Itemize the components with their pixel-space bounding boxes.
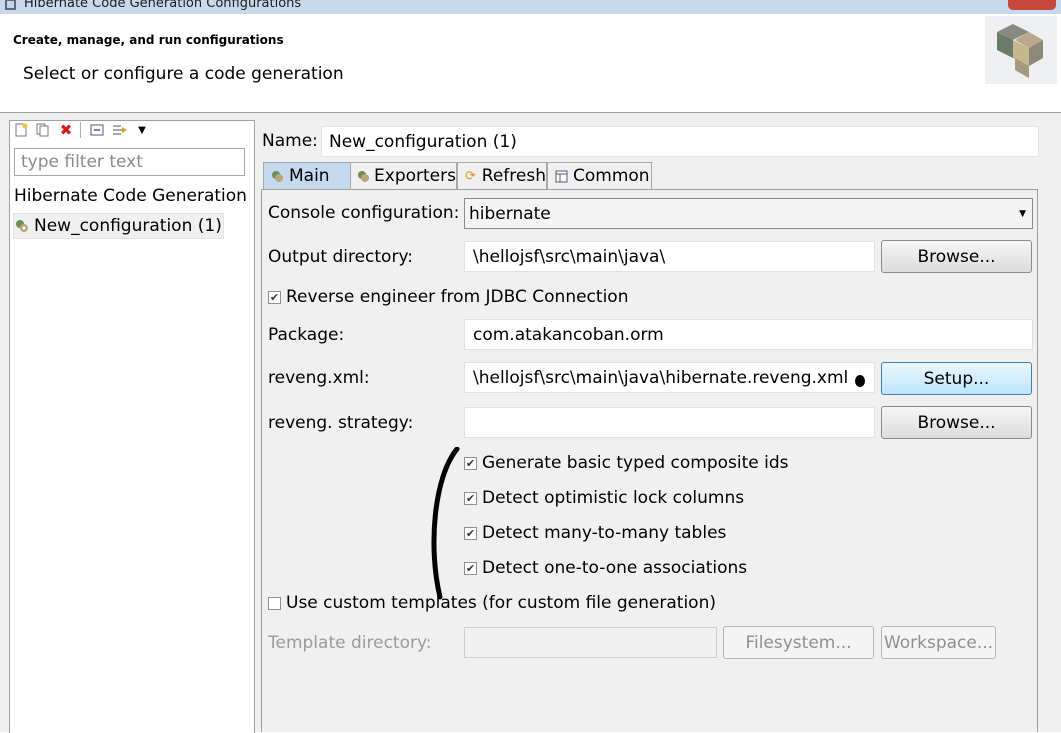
handdrawn-bracket-annotation <box>431 447 460 600</box>
toolbar-separator <box>80 122 81 138</box>
common-table-icon <box>553 168 569 184</box>
option-one-to-one-row[interactable]: ✔ Detect one-to-one associations <box>464 558 747 578</box>
console-config-value: hibernate <box>469 203 551 224</box>
output-dir-input[interactable] <box>464 241 875 272</box>
option-many-to-many-row[interactable]: ✔ Detect many-to-many tables <box>464 523 726 543</box>
package-label: Package: <box>268 325 345 345</box>
refresh-icon: ⟳ <box>464 168 476 184</box>
template-dir-input[interactable] <box>464 627 717 658</box>
option-label: Detect many-to-many tables <box>482 523 727 543</box>
option-one-to-one-checkbox[interactable]: ✔ <box>464 561 477 575</box>
app-icon <box>5 0 16 10</box>
tree-item-new-configuration[interactable]: New_configuration (1) <box>13 213 224 239</box>
template-dir-label: Template directory: <box>268 633 432 653</box>
collapse-all-icon[interactable] <box>89 122 105 138</box>
console-config-label: Console configuration: <box>268 203 460 223</box>
option-many-to-many-checkbox[interactable]: ✔ <box>464 526 477 540</box>
reverse-engineer-checkbox-row[interactable]: ✔ Reverse engineer from JDBC Connection <box>268 287 628 307</box>
reveng-xml-label: reveng.xml: <box>268 368 370 388</box>
output-dir-label: Output directory: <box>268 247 413 267</box>
option-composite-ids-row[interactable]: ✔ Generate basic typed composite ids <box>464 453 789 473</box>
window-title: Hibernate Code Generation Configurations <box>24 0 302 11</box>
launch-config-tree-panel <box>9 120 255 733</box>
workspace-button[interactable]: Workspace... <box>881 626 996 659</box>
reveng-strategy-input[interactable] <box>464 407 875 438</box>
custom-templates-row[interactable]: Use custom templates (for custom file ge… <box>268 593 716 613</box>
launch-icon <box>269 168 285 184</box>
name-label: Name: <box>262 131 318 151</box>
hibernate-logo-icon <box>985 16 1057 84</box>
option-label: Generate basic typed composite ids <box>482 453 789 473</box>
setup-button[interactable]: Setup... <box>881 362 1032 395</box>
name-input[interactable] <box>321 126 1039 157</box>
annotation-dot <box>855 375 865 387</box>
tab-main[interactable]: Main <box>263 162 355 189</box>
option-optimistic-lock-row[interactable]: ✔ Detect optimistic lock columns <box>464 488 744 508</box>
reveng-strategy-label: reveng. strategy: <box>268 413 414 433</box>
reveng-xml-input[interactable] <box>464 362 875 393</box>
option-label: Detect optimistic lock columns <box>482 488 745 508</box>
new-config-icon[interactable] <box>13 122 29 138</box>
tab-common-label: Common <box>573 166 650 186</box>
tree-item-label: New_configuration (1) <box>34 216 222 236</box>
output-browse-button[interactable]: Browse... <box>881 240 1032 273</box>
tab-common[interactable]: Common <box>547 162 652 189</box>
close-window-button[interactable] <box>1008 0 1056 10</box>
option-label: Detect one-to-one associations <box>482 558 748 578</box>
delete-config-icon[interactable]: ✖ <box>58 121 74 139</box>
chevron-down-icon: ▼ <box>1019 208 1026 219</box>
custom-templates-checkbox[interactable] <box>268 596 281 610</box>
filter-input[interactable] <box>14 148 245 176</box>
strategy-browse-button[interactable]: Browse... <box>881 406 1032 439</box>
console-config-select[interactable]: hibernate ▼ <box>464 198 1033 229</box>
window-titlebar: Hibernate Code Generation Configurations <box>0 0 1061 14</box>
launch-icon <box>356 168 370 184</box>
option-composite-ids-checkbox[interactable]: ✔ <box>464 456 477 470</box>
reverse-engineer-checkbox[interactable]: ✔ <box>268 290 281 304</box>
tree-item-hibernate-code-generation[interactable]: Hibernate Code Generation <box>14 186 247 206</box>
launch-config-icon <box>16 220 28 232</box>
dialog-header: Create, manage, and run configurations S… <box>0 14 1061 113</box>
option-optimistic-lock-checkbox[interactable]: ✔ <box>464 491 477 505</box>
reverse-engineer-label: Reverse engineer from JDBC Connection <box>286 287 629 307</box>
tab-exporters-label: Exporters <box>374 166 456 186</box>
filter-configs-icon[interactable] <box>112 122 128 138</box>
toolbar-menu-chevron-down-icon[interactable]: ▼ <box>134 122 150 138</box>
package-input[interactable] <box>464 319 1033 350</box>
tab-refresh-label: Refresh <box>481 166 546 186</box>
dialog-title: Create, manage, and run configurations <box>13 33 284 47</box>
filesystem-button[interactable]: Filesystem... <box>723 626 874 659</box>
custom-templates-label: Use custom templates (for custom file ge… <box>286 593 716 613</box>
duplicate-config-icon[interactable] <box>35 122 51 138</box>
tab-refresh[interactable]: ⟳ Refresh <box>457 162 547 189</box>
tab-exporters[interactable]: Exporters <box>350 162 457 189</box>
dialog-message: Select or configure a code generation <box>23 64 344 84</box>
tab-main-label: Main <box>289 166 330 186</box>
